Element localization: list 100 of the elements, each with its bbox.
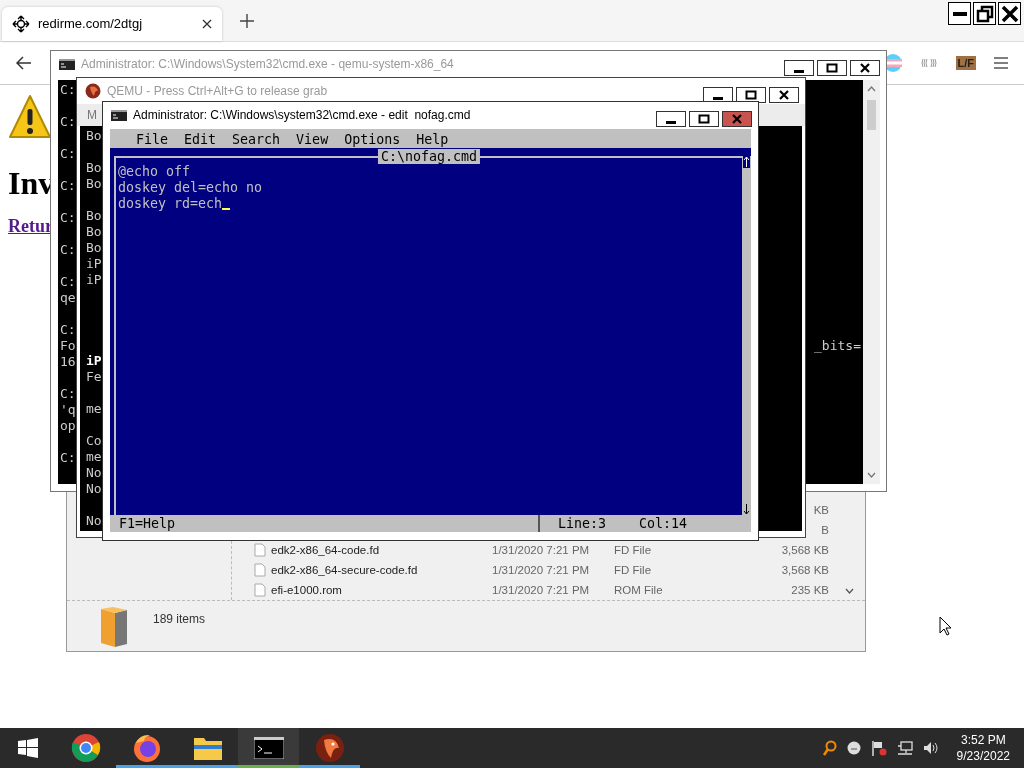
file-icon (254, 543, 266, 557)
maximize-button[interactable] (736, 87, 766, 103)
console-line: Bo (86, 240, 102, 256)
menu-item[interactable]: Edit (184, 129, 217, 148)
close-button[interactable] (998, 2, 1021, 25)
extension-badge[interactable]: L/F (955, 56, 976, 70)
scroll-down-icon[interactable] (743, 503, 750, 515)
file-type: FD File (614, 544, 652, 556)
help-hint: F1=Help (118, 515, 177, 532)
console-line: Bo (86, 224, 102, 240)
file-size: B (821, 524, 829, 536)
file-date: 1/31/2020 7:21 PM (492, 564, 590, 576)
minimize-button[interactable] (948, 2, 971, 25)
network-icon[interactable] (896, 741, 913, 755)
file-date: 1/31/2020 7:21 PM (492, 584, 590, 596)
menu-item[interactable]: Help (416, 129, 449, 148)
restore-button[interactable] (973, 2, 996, 25)
speaker-icon[interactable] (922, 741, 939, 755)
close-icon (1000, 4, 1019, 23)
console-line: qe (60, 290, 76, 306)
close-icon[interactable] (202, 18, 212, 29)
bird-icon (314, 733, 345, 763)
minimize-icon (794, 70, 804, 73)
close-button[interactable] (769, 87, 799, 103)
move-icon (12, 14, 30, 33)
console-icon (59, 58, 75, 70)
console-line: me (86, 449, 102, 465)
console-line: iP (86, 256, 102, 272)
minimize-button[interactable] (784, 60, 814, 76)
close-icon (778, 89, 790, 101)
maximize-icon (745, 89, 757, 101)
console-line: Bo (86, 128, 102, 144)
console-line: iP (86, 272, 102, 288)
console-line: C: (60, 322, 76, 338)
file-icon (254, 563, 266, 577)
file-type: FD File (614, 564, 652, 576)
back-icon[interactable] (16, 56, 32, 70)
console-line: op (60, 418, 76, 434)
minimize-icon (952, 11, 967, 16)
console-line: C: (60, 210, 76, 226)
code-line: doskey rd=ech (118, 196, 223, 212)
file-size: 3,568 KB (781, 544, 829, 556)
window-title: Administrator: C:\Windows\system32\cmd.exe - edit nofag.cmd (133, 108, 472, 122)
scrollbar-thumb[interactable] (867, 100, 876, 130)
console-line: No (86, 465, 102, 481)
menu-item[interactable]: M (87, 108, 97, 122)
minimize-icon (666, 121, 676, 124)
item-count: 189 items (153, 611, 206, 628)
line-number: Line:3 (558, 515, 607, 532)
menu-item[interactable]: View (296, 129, 329, 148)
file-date: 1/31/2020 7:21 PM (492, 544, 590, 556)
console-line: Fe (86, 369, 102, 385)
console-line: C: (60, 386, 76, 402)
close-icon (859, 62, 871, 74)
maximize-button[interactable] (689, 111, 719, 127)
taskbar-app[interactable] (238, 728, 299, 768)
menu-item[interactable]: File (136, 129, 169, 148)
file-size: KB (813, 504, 829, 516)
console-line: 'q (60, 402, 76, 418)
circle-logo-icon (70, 733, 101, 763)
mouse-pointer-icon (939, 616, 952, 636)
menu-icon[interactable] (994, 57, 1008, 69)
console-line: me (86, 401, 102, 417)
file-name[interactable]: edk2-x86_64-code.fd (271, 544, 380, 556)
browser-tab[interactable]: redirme.com/2dtgj (2, 6, 222, 41)
code-line: @echo off (118, 164, 191, 180)
return-link[interactable]: Retur (8, 216, 53, 236)
page-heading: Inv (8, 165, 55, 202)
console-line: No (86, 481, 102, 497)
window-title: QEMU - Press Ctrl+Alt+G to release grab (107, 84, 329, 98)
file-size: 235 KB (791, 584, 829, 596)
clock[interactable]: 3:52 PM 9/23/2022 (956, 732, 1010, 764)
console-line: Bo (86, 208, 102, 224)
console-line: Bo (86, 176, 102, 192)
start-icon[interactable] (17, 738, 38, 758)
console-line: No (86, 513, 102, 529)
console-icon (111, 109, 127, 121)
console-line: Bo (86, 160, 102, 176)
folder-icon (192, 735, 223, 761)
console-line: _bits= (814, 338, 861, 354)
flag-icon[interactable] (870, 740, 887, 756)
menu-item[interactable]: Options (344, 129, 401, 148)
search-icon[interactable] (822, 740, 837, 756)
console-line: Co (86, 433, 102, 449)
console-line: C: (60, 114, 76, 130)
scroll-down-icon[interactable] (845, 588, 854, 594)
console-line: C: (60, 146, 76, 162)
file-name[interactable]: edk2-x86_64-secure-code.fd (271, 564, 418, 576)
menu-item[interactable]: Search (232, 129, 281, 148)
file-icon (254, 583, 266, 597)
file-name[interactable]: efi-e1000.rom (271, 584, 342, 596)
column-number: Col:14 (639, 515, 688, 532)
minimize-button[interactable] (656, 111, 686, 127)
console-line: iP (86, 353, 102, 369)
close-button[interactable] (850, 60, 880, 76)
window-title: Administrator: C:\Windows\System32\cmd.exe - qemu-system-x86_64 (81, 57, 455, 71)
fox-globe-icon (131, 733, 162, 763)
close-icon (731, 113, 743, 125)
new-tab-icon[interactable] (240, 13, 254, 28)
maximize-button[interactable] (817, 60, 847, 76)
